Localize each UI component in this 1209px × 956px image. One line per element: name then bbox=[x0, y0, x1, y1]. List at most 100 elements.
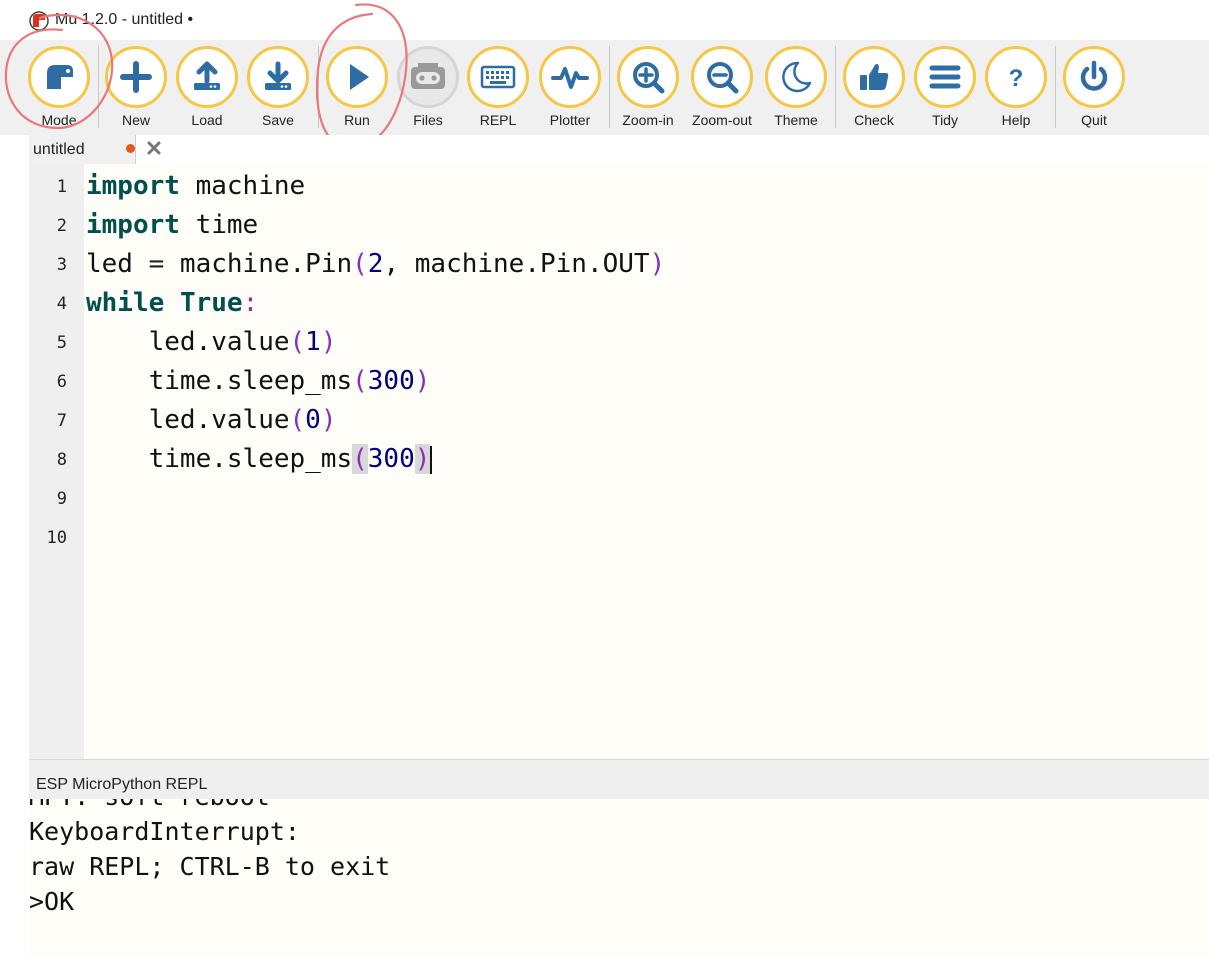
zoom-in-button[interactable]: Zoom-in bbox=[612, 44, 684, 130]
lines-icon bbox=[929, 65, 961, 89]
toolbar-icon-frame bbox=[28, 46, 90, 108]
code-token: ) bbox=[414, 444, 431, 474]
line-number: 5 bbox=[56, 333, 67, 353]
code-token: while bbox=[86, 288, 165, 318]
svg-text:?: ? bbox=[1009, 65, 1024, 92]
code-token: ( bbox=[289, 327, 306, 357]
download-icon bbox=[265, 61, 291, 90]
code-token: ) bbox=[649, 249, 666, 279]
pulse-icon bbox=[551, 67, 589, 89]
title-bar: Mu 1.2.0 - untitled • bbox=[0, 0, 1209, 40]
line-number: 1 bbox=[56, 177, 67, 197]
code-token: . bbox=[195, 405, 212, 435]
line-number: 4 bbox=[56, 294, 67, 314]
toolbar-separator bbox=[1055, 46, 1056, 128]
code-token: 2 bbox=[367, 249, 384, 279]
code-token: led bbox=[86, 249, 149, 279]
zoom-out-button[interactable]: Zoom-out bbox=[686, 44, 758, 130]
code-token: . bbox=[211, 444, 227, 474]
tab-label: untitled bbox=[33, 141, 85, 158]
toolbar-icon-frame bbox=[539, 46, 601, 108]
code-line: led = machine.Pin(2, machine.Pin.OUT) bbox=[86, 249, 665, 279]
moon-icon bbox=[782, 61, 812, 93]
save-button[interactable]: Save bbox=[242, 44, 314, 130]
repl-title: ESP MicroPython REPL bbox=[36, 776, 208, 793]
code-token: value bbox=[211, 405, 290, 435]
plotter-button[interactable]: Plotter bbox=[534, 44, 606, 130]
code-token: 1 bbox=[305, 327, 321, 357]
line-number-gutter: 1 2 3 4 5 6 7 8 9 10 bbox=[29, 164, 84, 759]
zoom-out-icon bbox=[707, 62, 739, 94]
code-token: sleep_ms bbox=[226, 444, 353, 474]
line-number: 9 bbox=[56, 489, 67, 509]
toolbar-icon-frame: ? bbox=[985, 46, 1047, 108]
toolbar-separator bbox=[609, 46, 610, 128]
help-button[interactable]: ? Help bbox=[980, 44, 1052, 130]
code-token: import bbox=[86, 210, 180, 240]
code-token: ( bbox=[352, 444, 368, 474]
code-token: value bbox=[211, 327, 290, 357]
plus-icon bbox=[120, 61, 152, 93]
repl-output-line: >OK bbox=[29, 887, 75, 916]
question-icon: ? bbox=[1009, 65, 1024, 92]
keyboard-icon bbox=[480, 65, 516, 89]
toolbar-button-label: Quit bbox=[1081, 112, 1107, 128]
unsaved-indicator bbox=[126, 144, 135, 153]
toolbar-icon-frame bbox=[326, 46, 388, 108]
code-token: import bbox=[86, 171, 180, 201]
code-token: ( bbox=[289, 405, 306, 435]
code-line: import time bbox=[86, 210, 258, 240]
code-token: time bbox=[179, 210, 259, 240]
repl-pane[interactable]: MPY: soft reboot KeyboardInterrupt: raw RE… bbox=[29, 799, 1209, 956]
code-token: machine bbox=[164, 249, 290, 279]
line-number: 7 bbox=[56, 411, 67, 431]
toolbar-icon-frame bbox=[765, 46, 827, 108]
code-token: ) bbox=[414, 366, 431, 396]
toolbar-icon-frame bbox=[176, 46, 238, 108]
code-token: 0 bbox=[305, 405, 321, 435]
code-token: . bbox=[289, 249, 306, 279]
mu-logo-icon bbox=[29, 11, 49, 31]
tab-untitled[interactable]: untitled bbox=[29, 135, 161, 164]
code-line: led.value(1) bbox=[86, 327, 337, 357]
mode-icon bbox=[47, 65, 73, 89]
toolbar-icon-frame bbox=[914, 46, 976, 108]
line-number: 3 bbox=[56, 255, 67, 275]
power-icon bbox=[1080, 60, 1108, 91]
repl-output-line: KeyboardInterrupt: bbox=[29, 817, 300, 846]
close-icon[interactable] bbox=[146, 140, 162, 156]
repl-output-line: MPY: soft reboot bbox=[29, 799, 270, 811]
code-token: True bbox=[179, 288, 243, 318]
code-token: led bbox=[86, 405, 196, 435]
code-line: led.value(0) bbox=[86, 405, 337, 435]
microbit-icon bbox=[411, 63, 445, 89]
code-line: import machine bbox=[86, 171, 305, 201]
repl-header: ESP MicroPython REPL bbox=[29, 759, 1209, 800]
toolbar-separator bbox=[318, 46, 319, 128]
code-line: time.sleep_ms(300) bbox=[86, 444, 433, 474]
code-token: sleep_ms bbox=[226, 366, 353, 396]
code-token: . bbox=[586, 249, 603, 279]
window-title: Mu 1.2.0 - untitled • bbox=[55, 11, 194, 28]
code-token: OUT bbox=[602, 249, 650, 279]
code-token: ) bbox=[320, 327, 337, 357]
code-line: while True: bbox=[86, 288, 258, 318]
code-token: . bbox=[524, 249, 540, 279]
code-token: ( bbox=[352, 249, 368, 279]
code-token: Pin bbox=[540, 249, 587, 279]
theme-button[interactable]: Theme bbox=[760, 44, 832, 130]
quit-button[interactable]: Quit bbox=[1058, 44, 1130, 130]
line-number: 6 bbox=[56, 372, 67, 392]
code-token: . bbox=[211, 366, 227, 396]
thumbs-up-icon bbox=[860, 63, 889, 90]
code-token: ) bbox=[320, 405, 337, 435]
line-number: 8 bbox=[56, 450, 67, 470]
code-token: Pin bbox=[305, 249, 353, 279]
mode-button[interactable]: Mode bbox=[23, 44, 95, 130]
code-token: led bbox=[86, 327, 196, 357]
code-token: ( bbox=[352, 366, 368, 396]
code-editor[interactable]: 1 2 3 4 5 6 7 8 9 10 import machine import time led… bbox=[29, 164, 1209, 759]
zoom-in-icon bbox=[633, 62, 665, 94]
toolbar-icon-frame bbox=[617, 46, 679, 108]
